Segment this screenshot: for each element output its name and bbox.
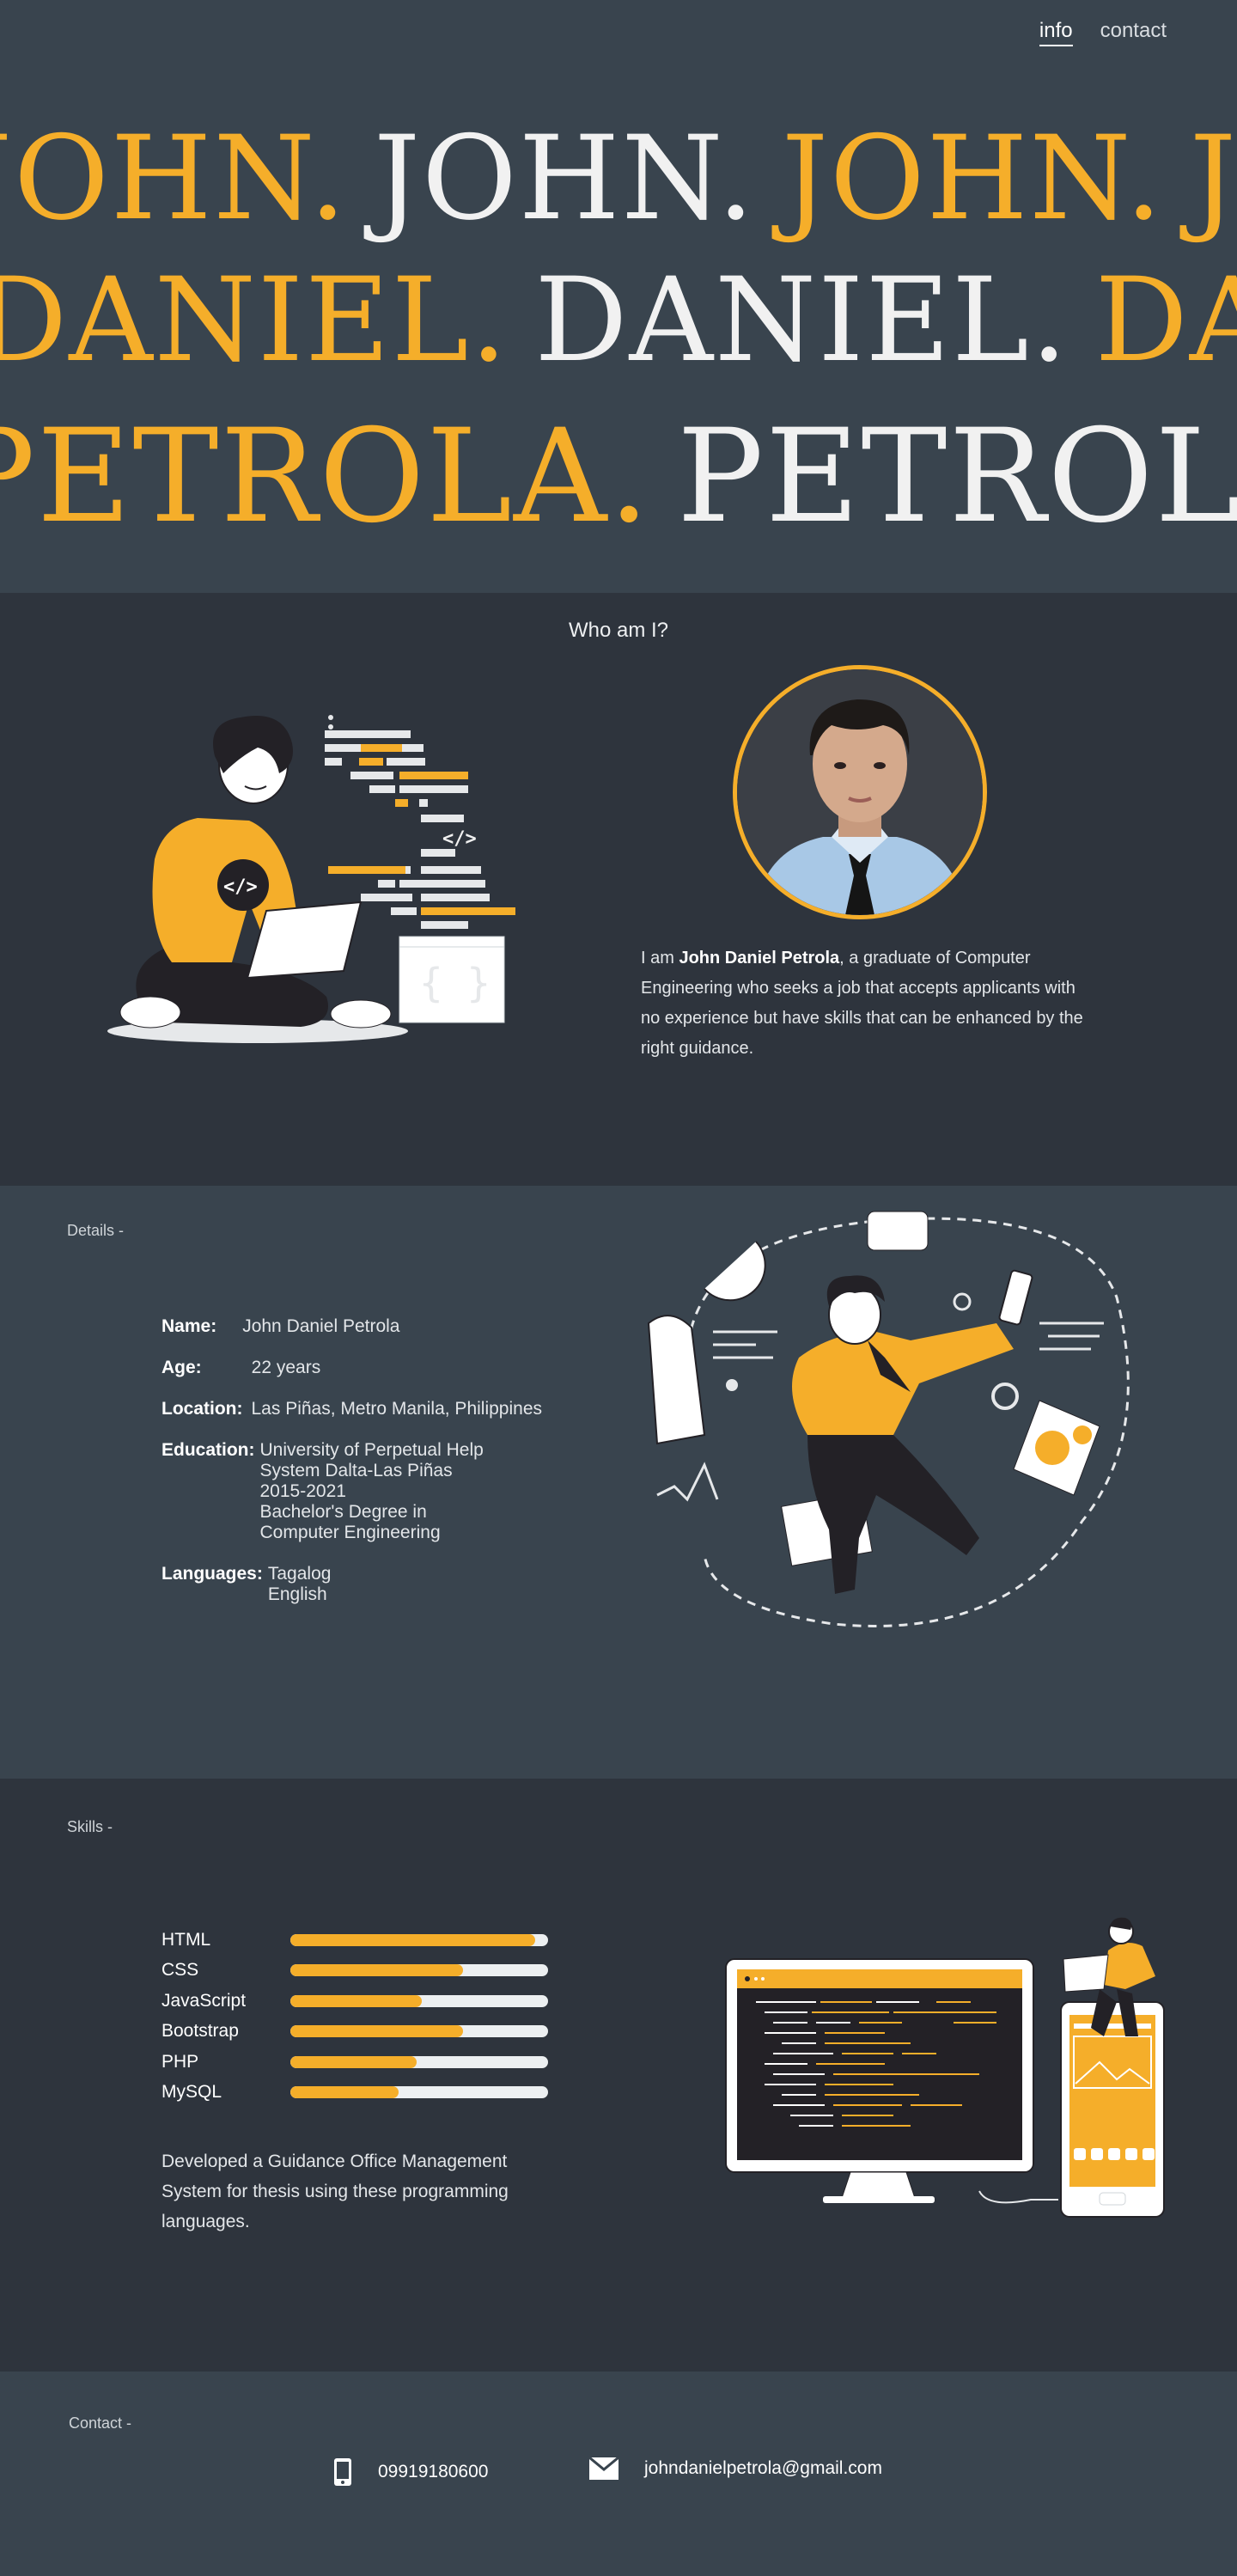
- detail-value: John Daniel Petrola: [242, 1316, 400, 1336]
- section-title: Who am I?: [568, 619, 669, 642]
- skill-row: HTML: [161, 1925, 548, 1956]
- skill-bar-fill: [290, 1994, 422, 2007]
- details-list: Name: John Daniel Petrola Age: 22 years Lo…: [161, 1316, 542, 1626]
- code-tag-text: </>: [442, 828, 477, 850]
- education-line: Bachelor's Degree in: [259, 1502, 427, 1522]
- skill-bar-fill: [290, 2086, 399, 2099]
- skill-bar-fill: [290, 2025, 463, 2038]
- detail-location: Location: Las Piñas, Metro Manila, Philip…: [161, 1399, 542, 1419]
- skills-list: HTML CSS JavaScript Bootstrap PHP MySQL: [161, 1925, 548, 2108]
- section-title: Skills -: [67, 1818, 113, 1835]
- section-title: Details -: [67, 1222, 125, 1239]
- skill-label: MySQL: [161, 2082, 222, 2103]
- detail-value: 22 years: [251, 1358, 321, 1377]
- detail-name: Name: John Daniel Petrola: [161, 1316, 542, 1337]
- education-line: Computer Engineering: [259, 1523, 441, 1542]
- skill-row: JavaScript: [161, 1986, 548, 2017]
- hero-word: JOHN.: [781, 111, 1164, 246]
- hero-word: DANIEL.: [534, 253, 1069, 388]
- education-line: System Dalta-Las Piñas: [259, 1461, 453, 1480]
- email-address[interactable]: johndanielpetrola@gmail.com: [644, 2458, 882, 2479]
- skill-row: MySQL: [161, 2078, 548, 2109]
- skill-label: CSS: [161, 1960, 199, 1981]
- skill-row: CSS: [161, 1956, 548, 1987]
- language-item: English: [267, 1584, 327, 1604]
- skills-section: Skills - HTML CSS JavaScript Bootstrap PHP My…: [0, 1779, 1237, 2372]
- about-prefix: I am: [641, 949, 679, 968]
- hero-row-first: JOHN.JOHN.JOHN.JOHN.: [0, 120, 1237, 236]
- detail-label: Education:: [161, 1440, 255, 1460]
- about-paragraph: I am John Daniel Petrola, a graduate of …: [641, 943, 1096, 1064]
- detail-languages: Languages: Tagalog English: [161, 1564, 542, 1605]
- braces-text: { }: [419, 960, 491, 1006]
- top-nav: info contact: [1039, 19, 1167, 46]
- skill-label: HTML: [161, 1929, 211, 1950]
- skill-bar-fill: [290, 2055, 417, 2068]
- about-name: John Daniel Petrola: [679, 949, 840, 968]
- hero-row-last: PETROLA.PETROLA.PETROLA.: [0, 412, 1237, 541]
- skill-bar-fill: [290, 1933, 535, 1946]
- hero-word: DANIEL.: [0, 253, 509, 388]
- skill-bar: [290, 2025, 548, 2038]
- skill-bar: [290, 2055, 548, 2068]
- detail-education: Education: University of Perpetual Help …: [161, 1440, 542, 1543]
- skill-label: PHP: [161, 2051, 199, 2072]
- hero-word: JOHN.: [0, 111, 348, 246]
- hero-banner: JOHN.JOHN.JOHN.JOHN. DANIEL.DANIEL.DANIE…: [0, 0, 1237, 593]
- hero-word: JOHN.: [1189, 111, 1237, 246]
- phone-contact[interactable]: 09919180600: [333, 2457, 488, 2487]
- who-am-i-section: Who am I? </> { } </> I am John Daniel P…: [0, 593, 1237, 1186]
- devices-illustration: [725, 1917, 1165, 2218]
- skill-label: JavaScript: [161, 1990, 247, 2011]
- shirt-code-text: </>: [223, 876, 258, 898]
- detail-label: Name:: [161, 1316, 217, 1336]
- section-title: Contact -: [69, 2414, 132, 2432]
- detail-age: Age: 22 years: [161, 1358, 542, 1378]
- selfie-person-illustration: [647, 1211, 1130, 1627]
- skills-note: Developed a Guidance Office Management S…: [161, 2152, 509, 2231]
- skill-bar: [290, 1994, 548, 2007]
- detail-value: Las Piñas, Metro Manila, Philippines: [251, 1399, 543, 1419]
- nav-contact-link[interactable]: contact: [1100, 19, 1167, 46]
- skill-row: Bootstrap: [161, 2017, 548, 2048]
- hero-word: PETROLA.: [677, 402, 1237, 552]
- developer-illustration: </> { } </>: [107, 715, 515, 1043]
- nav-info-link[interactable]: info: [1039, 19, 1073, 46]
- education-line: University of Perpetual Help: [259, 1440, 484, 1460]
- detail-label: Age:: [161, 1358, 202, 1377]
- detail-label: Location:: [161, 1399, 243, 1419]
- skill-label: Bootstrap: [161, 2021, 239, 2042]
- details-section: Details - Name: John Daniel Petrola Age: 2…: [0, 1186, 1237, 1779]
- email-contact[interactable]: johndanielpetrola@gmail.com: [589, 2457, 882, 2480]
- detail-label: Languages:: [161, 1564, 263, 1584]
- skill-bar-fill: [290, 1964, 463, 1977]
- hero-row-middle: DANIEL.DANIEL.DANIEL.: [0, 262, 1237, 378]
- education-line: 2015-2021: [259, 1481, 346, 1501]
- mail-icon: [589, 2457, 618, 2480]
- skill-bar: [290, 2086, 548, 2099]
- hero-word: PETROLA.: [0, 402, 652, 552]
- skill-bar: [290, 1964, 548, 1977]
- language-item: Tagalog: [267, 1564, 332, 1584]
- profile-photo: [733, 665, 987, 919]
- skill-row: PHP: [161, 2047, 548, 2078]
- phone-number[interactable]: 09919180600: [378, 2462, 488, 2482]
- skill-bar: [290, 1933, 548, 1946]
- hero-word: DANIEL.: [1094, 253, 1237, 388]
- phone-icon: [334, 2458, 351, 2486]
- contact-section: Contact - 09919180600 johndanielpetrola@…: [0, 2372, 1237, 2576]
- hero-word: JOHN.: [373, 111, 756, 246]
